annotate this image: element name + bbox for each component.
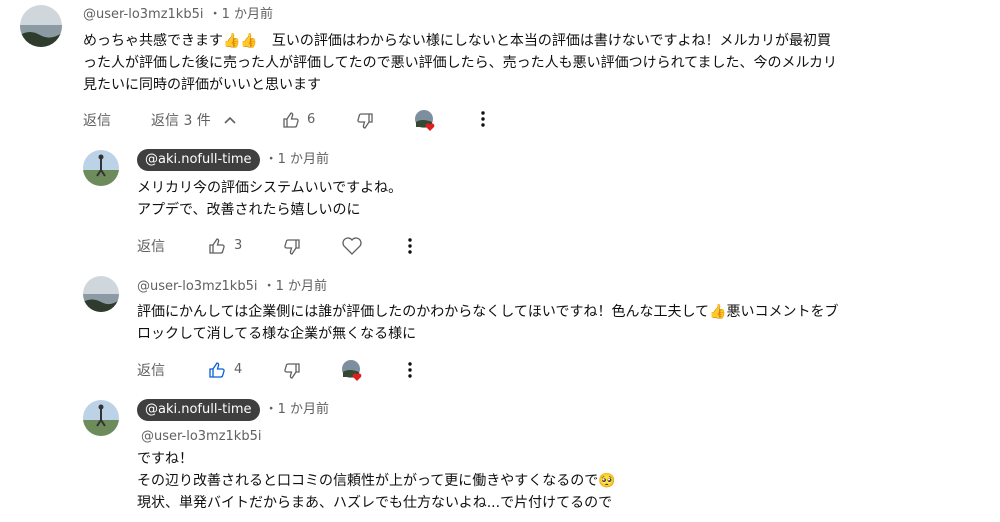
comment-text: めっちゃ共感できます👍👍 互いの評価はわからない様にしないと本当の評価は書けない… <box>83 30 983 96</box>
reply-button[interactable]: 返信 <box>83 110 111 130</box>
like-count: 4 <box>234 362 243 377</box>
reply-button[interactable]: 返信 <box>137 236 165 256</box>
reply-time[interactable]: ・1 か月前 <box>263 279 327 294</box>
reply-text-line: メリカリ今の評価システムいいですよね。 <box>137 180 403 196</box>
reply-author-chip[interactable]: @aki.nofull-time <box>137 149 260 171</box>
runner-avatar-image <box>83 400 119 436</box>
reply-author-chip[interactable]: @aki.nofull-time <box>137 399 260 421</box>
reply-text: メリカリ今の評価システムいいですよね。 アプデで、改善されたら嬉しいのに <box>137 177 917 221</box>
reply-avatar[interactable] <box>83 150 119 186</box>
comment-text-line: めっちゃ共感できます👍👍 互いの評価はわからない様にしないと本当の評価は書けない… <box>83 33 832 49</box>
thumb-up-icon[interactable] <box>207 360 227 380</box>
thumb-down-icon[interactable] <box>282 361 302 381</box>
mention-link[interactable]: @user-lo3mz1kb5i <box>137 426 917 448</box>
replies-toggle-label: 返信 3 件 <box>151 113 211 129</box>
runner-avatar-image <box>83 150 119 186</box>
thumb-down-icon[interactable] <box>282 237 302 257</box>
creator-heart-icon <box>415 110 435 131</box>
creator-heart-avatar <box>341 359 365 383</box>
commenter-avatar[interactable] <box>20 5 62 47</box>
comment-text-line: 見たいに同時の評価がいいと思います <box>83 77 321 93</box>
thumb-down-icon[interactable] <box>355 111 375 131</box>
like-count: 6 <box>307 112 316 127</box>
more-vert-icon[interactable] <box>480 110 486 128</box>
comment-text-line: った人が評価した後に売った人が評価してたので悪い評価したら、売った人も悪い評価つ… <box>83 55 838 71</box>
reply-text-line: ロックして消してる様な企業が無くなる様に <box>137 326 417 342</box>
more-vert-icon[interactable] <box>407 237 413 255</box>
reply-time[interactable]: ・1 か月前 <box>265 152 329 167</box>
creator-heart-avatar <box>414 109 438 133</box>
like-count: 3 <box>234 238 243 253</box>
landscape-avatar-image <box>83 276 119 312</box>
reply-text-line: 評価にかんしては企業側には誰が評価したのかわからなくしてほいですね！色んな工夫し… <box>137 304 839 320</box>
reply-text-line: 現状、単発バイトだからまあ、ハズレでも仕方ないよね...で片付けてるので <box>137 495 613 511</box>
comment-time[interactable]: ・1 か月前 <box>209 7 273 22</box>
reply-text-line: その辺り改善されると口コミの信頼性が上がって更に働きやすくなるので🥺 <box>137 473 616 489</box>
landscape-avatar-image <box>20 5 62 47</box>
reply-text-line: ですね！ <box>137 451 193 467</box>
reply-button[interactable]: 返信 <box>137 360 165 380</box>
reply-avatar[interactable] <box>83 400 119 436</box>
more-vert-icon[interactable] <box>407 361 413 379</box>
reply-text: @user-lo3mz1kb5i ですね！ その辺り改善されると口コミの信頼性が… <box>137 426 917 514</box>
replies-toggle-button[interactable]: 返信 3 件 <box>151 110 237 130</box>
thumb-up-icon[interactable] <box>207 236 227 256</box>
creator-heart-icon <box>342 360 362 381</box>
reply-author[interactable]: @user-lo3mz1kb5i <box>137 279 257 294</box>
comment-author[interactable]: @user-lo3mz1kb5i <box>83 7 203 22</box>
reply-text: 評価にかんしては企業側には誰が評価したのかわからなくしてほいですね！色んな工夫し… <box>137 301 917 345</box>
heart-icon[interactable] <box>341 236 363 256</box>
thumb-up-icon[interactable] <box>281 110 301 130</box>
reply-time[interactable]: ・1 か月前 <box>265 402 329 417</box>
reply-text-line: アプデで、改善されたら嬉しいのに <box>137 202 361 218</box>
reply-avatar[interactable] <box>83 276 119 312</box>
chevron-up-icon <box>224 116 236 124</box>
